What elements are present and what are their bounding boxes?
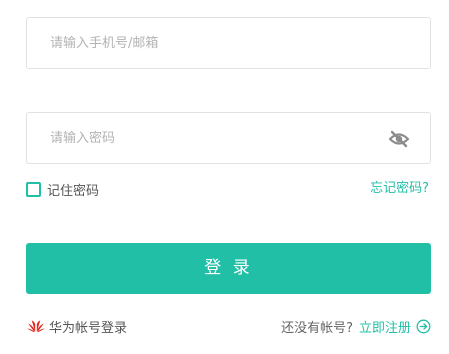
huawei-logo-icon	[27, 319, 45, 333]
register-area: 还没有帐号? 立即注册	[281, 316, 431, 336]
forgot-password-link[interactable]: 忘记密码?	[370, 179, 429, 199]
checkbox-box[interactable]	[26, 181, 41, 197]
huawei-account-login[interactable]: 华为帐号登录	[27, 316, 127, 336]
register-link[interactable]: 立即注册	[359, 317, 411, 336]
remember-password-label: 记住密码	[47, 183, 100, 199]
no-account-text: 还没有帐号?	[281, 320, 353, 336]
remember-password-checkbox[interactable]: 记住密码	[26, 179, 99, 199]
password-field	[26, 112, 431, 164]
account-input[interactable]	[27, 18, 430, 68]
huawei-login-label: 华为帐号登录	[49, 320, 128, 336]
eye-off-icon[interactable]	[388, 128, 410, 150]
circle-arrow-right-icon[interactable]	[416, 319, 431, 334]
password-input[interactable]	[27, 113, 430, 163]
account-field	[26, 17, 431, 69]
login-button[interactable]: 登 录	[26, 243, 431, 294]
